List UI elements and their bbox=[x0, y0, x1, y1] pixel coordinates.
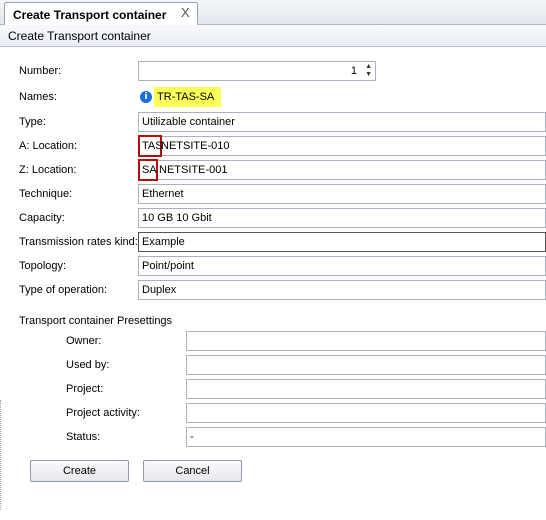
names-value[interactable]: TR-TAS-SA bbox=[157, 90, 214, 104]
spinner-icon[interactable]: ▲ ▼ bbox=[365, 63, 372, 79]
cancel-button[interactable]: Cancel bbox=[143, 460, 242, 482]
status-field[interactable]: - bbox=[186, 427, 546, 447]
type-field[interactable]: Utilizable container bbox=[138, 112, 546, 132]
type-label: Type: bbox=[19, 116, 46, 128]
owner-field[interactable] bbox=[186, 331, 546, 351]
type-of-operation-field[interactable]: Duplex bbox=[138, 280, 546, 300]
create-button[interactable]: Create bbox=[30, 460, 129, 482]
transmission-rates-value: Example bbox=[142, 236, 185, 248]
project-activity-field[interactable] bbox=[186, 403, 546, 423]
page-title: Create Transport container bbox=[8, 29, 151, 43]
capacity-value: 10 GB 10 Gbit bbox=[142, 212, 212, 224]
form-panel: Number: 1 ▲ ▼ Names: i TR-TAS-SA Type: Ut… bbox=[0, 47, 546, 520]
capacity-field[interactable]: 10 GB 10 Gbit bbox=[138, 208, 546, 228]
topology-label: Topology: bbox=[19, 260, 67, 272]
topology-value: Point/point bbox=[142, 260, 194, 272]
used-by-field[interactable] bbox=[186, 355, 546, 375]
splitter-handle[interactable] bbox=[0, 400, 3, 510]
project-activity-label: Project activity: bbox=[66, 407, 140, 419]
tab-label: Create Transport container bbox=[13, 8, 167, 22]
topology-field[interactable]: Point/point bbox=[138, 256, 546, 276]
technique-value: Ethernet bbox=[142, 188, 184, 200]
project-field[interactable] bbox=[186, 379, 546, 399]
names-label: Names: bbox=[19, 91, 57, 103]
dialog-header: Create Transport container bbox=[0, 25, 546, 47]
type-of-operation-label: Type of operation: bbox=[19, 284, 108, 296]
z-location-field[interactable]: NETSITE-001 bbox=[138, 160, 546, 180]
used-by-label: Used by: bbox=[66, 359, 110, 371]
z-location-value: NETSITE-001 bbox=[159, 164, 228, 176]
type-value: Utilizable container bbox=[142, 116, 235, 128]
number-label: Number: bbox=[19, 65, 62, 77]
technique-field[interactable]: Ethernet bbox=[138, 184, 546, 204]
a-location-field[interactable]: NETSITE-010 bbox=[138, 136, 546, 156]
transmission-rates-label: Transmission rates kind: bbox=[19, 236, 138, 248]
a-location-prefix: TAS bbox=[142, 140, 163, 152]
number-spinner[interactable]: 1 ▲ ▼ bbox=[138, 61, 376, 81]
owner-label: Owner: bbox=[66, 335, 102, 347]
type-of-operation-value: Duplex bbox=[142, 284, 177, 296]
status-label: Status: bbox=[66, 431, 101, 443]
info-icon[interactable]: i bbox=[140, 91, 152, 103]
z-location-prefix: SA bbox=[142, 164, 157, 176]
presettings-title: Transport container Presettings bbox=[19, 315, 173, 327]
capacity-label: Capacity: bbox=[19, 212, 65, 224]
technique-label: Technique: bbox=[19, 188, 73, 200]
close-icon[interactable]: X bbox=[181, 5, 190, 20]
transmission-rates-field[interactable]: Example bbox=[138, 232, 546, 252]
tab-bar: Create Transport container X bbox=[0, 0, 546, 26]
tab-create-transport-container[interactable]: Create Transport container X bbox=[4, 2, 198, 26]
project-label: Project: bbox=[66, 383, 104, 395]
number-value: 1 bbox=[350, 65, 357, 77]
status-value: - bbox=[190, 431, 194, 443]
a-location-value: NETSITE-010 bbox=[161, 140, 230, 152]
a-location-label: A: Location: bbox=[19, 140, 78, 152]
z-location-label: Z: Location: bbox=[19, 164, 77, 176]
